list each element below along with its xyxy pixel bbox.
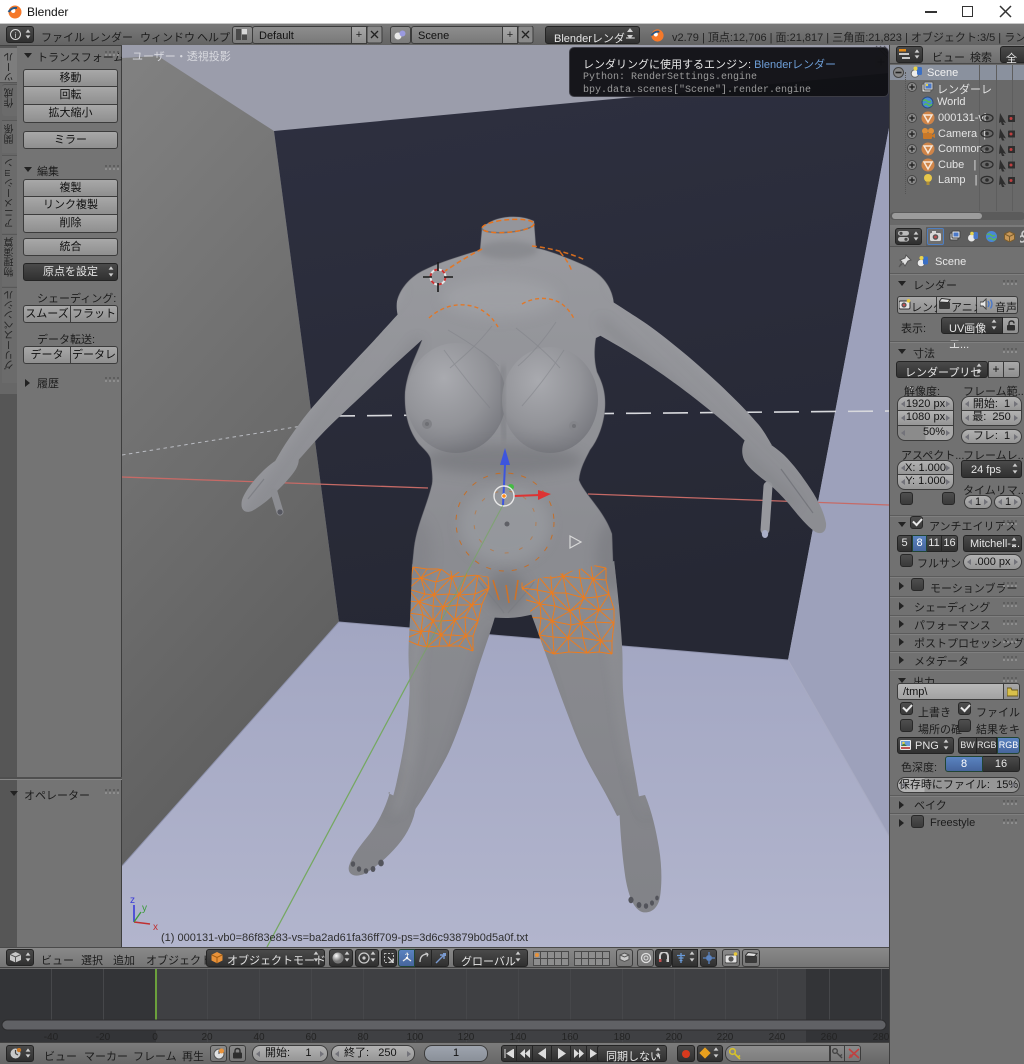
svg-text:220: 220: [717, 1032, 734, 1042]
svg-text:200: 200: [666, 1032, 683, 1042]
svg-text:100: 100: [407, 1032, 424, 1042]
svg-text:y: y: [142, 903, 147, 914]
svg-text:20: 20: [201, 1032, 213, 1042]
svg-text:-20: -20: [96, 1032, 111, 1042]
svg-text:240: 240: [769, 1032, 786, 1042]
svg-text:180: 180: [614, 1032, 631, 1042]
svg-text:ユーザー・透視投影: ユーザー・透視投影: [132, 49, 231, 63]
svg-text:80: 80: [357, 1032, 369, 1042]
svg-text:(1) 000131-vb0=86f83e83-vs=ba2: (1) 000131-vb0=86f83e83-vs=ba2ad61fa36ff…: [161, 932, 528, 944]
svg-text:280: 280: [873, 1032, 889, 1042]
svg-text:x: x: [153, 922, 158, 933]
svg-text:40: 40: [253, 1032, 265, 1042]
svg-text:260: 260: [821, 1032, 838, 1042]
svg-text:z: z: [130, 895, 135, 906]
svg-text:140: 140: [510, 1032, 527, 1042]
svg-text:-40: -40: [44, 1032, 59, 1042]
svg-text:60: 60: [305, 1032, 317, 1042]
svg-text:0: 0: [152, 1032, 158, 1042]
svg-text:120: 120: [458, 1032, 475, 1042]
svg-text:160: 160: [562, 1032, 579, 1042]
